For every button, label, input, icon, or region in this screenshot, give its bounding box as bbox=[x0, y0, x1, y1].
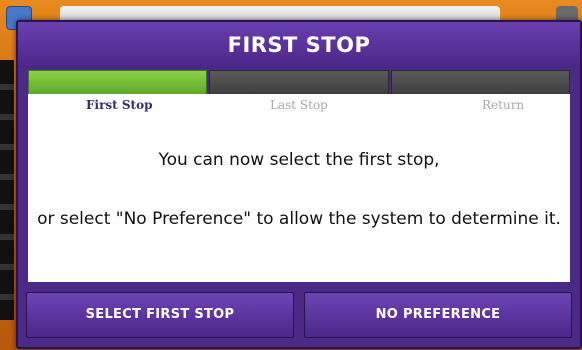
step-progress-bar bbox=[28, 70, 570, 96]
progress-segment-last-stop bbox=[209, 70, 389, 96]
select-first-stop-button[interactable]: SELECT FIRST STOP bbox=[26, 292, 294, 338]
dialog-content: First Stop Last Stop Return You can now … bbox=[28, 94, 570, 282]
message-line-2: or select "No Preference" to allow the s… bbox=[37, 209, 561, 229]
progress-segment-return bbox=[390, 70, 570, 96]
background-left-panel bbox=[0, 60, 14, 320]
step-labels: First Stop Last Stop Return bbox=[28, 96, 570, 116]
step-label-last-stop: Last Stop bbox=[270, 98, 328, 112]
message-line-1: You can now select the first stop, bbox=[158, 150, 440, 170]
step-label-first-stop: First Stop bbox=[86, 98, 153, 112]
step-label-return: Return bbox=[482, 98, 525, 112]
no-preference-button[interactable]: NO PREFERENCE bbox=[304, 292, 572, 338]
dialog-title: FIRST STOP bbox=[18, 22, 580, 68]
progress-segment-first-stop bbox=[28, 70, 208, 96]
first-stop-dialog: FIRST STOP First Stop Last Stop Return Y… bbox=[16, 20, 582, 349]
